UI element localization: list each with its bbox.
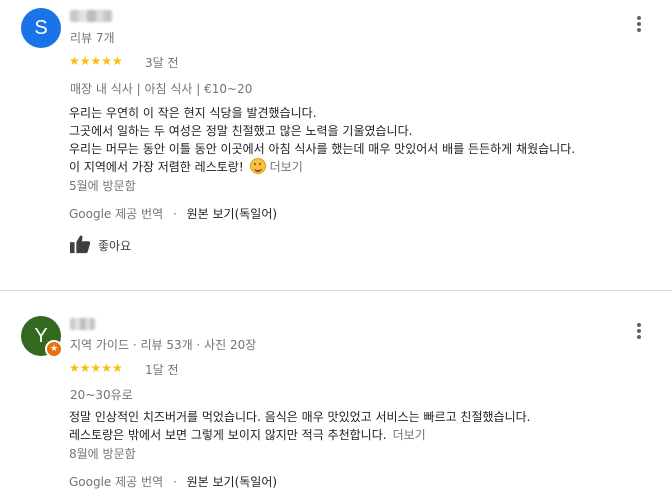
- separator-dot: ·: [172, 207, 177, 221]
- review-date: 3달 전: [145, 56, 179, 70]
- reviewer-name-redacted[interactable]: [70, 10, 112, 22]
- review-text-line: 그곳에서 일하는 두 여성은 정말 친절했고 많은 노력을 기울였습니다.: [69, 124, 413, 138]
- avatar[interactable]: S: [21, 8, 61, 48]
- review-text-line: 우리는 머무는 동안 이틀 동안 이곳에서 아침 식사를 했는데 매우 맛있어서…: [69, 142, 576, 156]
- reviewer-meta: 리뷰 7개: [70, 31, 115, 45]
- visit-date: 8월에 방문함: [69, 447, 136, 461]
- translation-row: Google 제공 번역 · 원본 보기(독일어): [69, 473, 277, 490]
- review-text-line: 레스토랑은 밖에서 보면 그렇게 보이지 않지만 적극 추천합니다. 더보기: [69, 426, 426, 443]
- review-date: 1달 전: [145, 363, 179, 377]
- review-card: Y ★ 지역 가이드 · 리뷰 53개 · 사진 20장 ★★★★★ 1달 전 …: [0, 291, 672, 500]
- more-options-icon[interactable]: [627, 12, 651, 36]
- thumbs-up-icon: [70, 235, 91, 254]
- read-more-link[interactable]: 더보기: [393, 428, 426, 442]
- smiling-face-icon: [249, 158, 266, 174]
- review-tags: 매장 내 식사 | 아침 식사 | €10~20: [70, 82, 253, 96]
- review-text-content: 레스토랑은 밖에서 보면 그렇게 보이지 않지만 적극 추천합니다.: [69, 428, 387, 442]
- view-original-link[interactable]: 원본 보기(독일어): [187, 475, 277, 489]
- review-text-line: 우리는 우연히 이 작은 현지 식당을 발견했습니다.: [69, 106, 317, 120]
- like-button[interactable]: 좋아요: [69, 234, 149, 258]
- reviewer-meta: 지역 가이드 · 리뷰 53개 · 사진 20장: [70, 338, 257, 352]
- like-label: 좋아요: [98, 239, 132, 253]
- translation-label: Google 제공 번역: [69, 475, 164, 489]
- separator-dot: ·: [172, 475, 177, 489]
- translation-label: Google 제공 번역: [69, 207, 164, 221]
- star-rating: ★★★★★: [69, 54, 123, 68]
- review-card: S 리뷰 7개 ★★★★★ 3달 전 매장 내 식사 | 아침 식사 | €10…: [0, 0, 672, 290]
- translation-row: Google 제공 번역 · 원본 보기(독일어): [69, 205, 277, 222]
- view-original-link[interactable]: 원본 보기(독일어): [187, 207, 277, 221]
- reviewer-name-redacted[interactable]: [70, 318, 95, 330]
- more-options-icon[interactable]: [627, 319, 651, 343]
- read-more-link[interactable]: 더보기: [270, 160, 303, 174]
- local-guide-badge-icon: ★: [45, 340, 63, 358]
- price-range: 20~30유로: [70, 388, 133, 402]
- visit-date: 5월에 방문함: [69, 179, 136, 193]
- review-text-line: 이 지역에서 가장 저렴한 레스토랑! 더보기: [69, 158, 303, 175]
- review-text-line: 정말 인상적인 치즈버거를 먹었습니다. 음식은 매우 맛있었고 서비스는 빠르…: [69, 410, 531, 424]
- star-rating: ★★★★★: [69, 361, 123, 375]
- review-text-content: 이 지역에서 가장 저렴한 레스토랑!: [69, 160, 244, 174]
